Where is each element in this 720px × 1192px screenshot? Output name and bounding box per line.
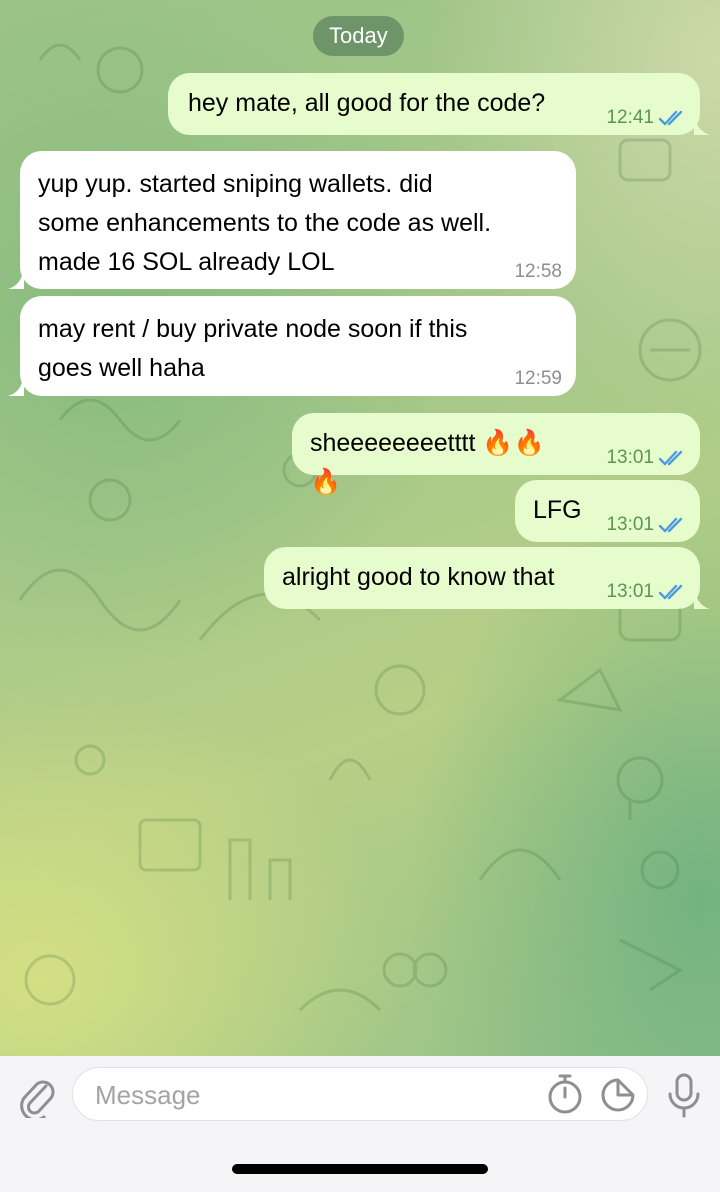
double-check-icon	[658, 450, 683, 466]
double-check-icon	[658, 110, 683, 126]
message-bubble-outgoing[interactable]: LFG 13:01	[515, 480, 700, 542]
message-time: 13:01	[606, 514, 654, 535]
message-meta: 12:59	[514, 368, 562, 390]
home-indicator	[232, 1164, 488, 1174]
double-check-icon	[658, 584, 683, 600]
message-meta: 13:01	[606, 581, 686, 603]
date-separator: Today	[313, 16, 404, 56]
message-meta: 13:01	[606, 514, 686, 536]
message-bubble-outgoing[interactable]: sheeeeeeeetttt 🔥🔥🔥 13:01	[292, 413, 700, 496]
message-text: alright good to know that	[282, 563, 555, 591]
message-input[interactable]	[93, 1076, 537, 1114]
message-text: hey mate, all good for the code?	[188, 89, 546, 117]
bubble-tail	[8, 267, 24, 289]
message-text: LFG	[533, 496, 582, 524]
message-text: may rent / buy private node soon if this…	[38, 315, 468, 382]
double-check-icon	[658, 517, 683, 533]
sticker-icon[interactable]	[600, 1077, 636, 1113]
message-bubble-outgoing[interactable]: alright good to know that 13:01	[264, 547, 710, 609]
bubble-tail	[694, 587, 710, 609]
message-time: 13:01	[606, 447, 654, 468]
message-bubble-outgoing[interactable]: hey mate, all good for the code? 12:41	[168, 73, 710, 135]
message-time: 12:41	[606, 107, 654, 128]
message-time: 12:58	[514, 261, 562, 282]
bubble-tail	[694, 113, 710, 135]
microphone-icon[interactable]	[666, 1072, 702, 1118]
message-time: 13:01	[606, 581, 654, 602]
timer-icon[interactable]	[546, 1073, 584, 1115]
message-time: 12:59	[514, 368, 562, 389]
message-meta: 12:41	[606, 107, 686, 129]
bubble-tail	[8, 374, 24, 396]
message-bubble-incoming[interactable]: yup yup. started sniping wallets. did so…	[8, 151, 576, 289]
message-text: yup yup. started sniping wallets. did so…	[38, 170, 492, 276]
message-meta: 12:58	[514, 261, 562, 283]
message-bubble-incoming[interactable]: may rent / buy private node soon if this…	[8, 296, 576, 396]
paperclip-icon[interactable]	[16, 1072, 56, 1118]
message-meta: 13:01	[606, 447, 686, 469]
